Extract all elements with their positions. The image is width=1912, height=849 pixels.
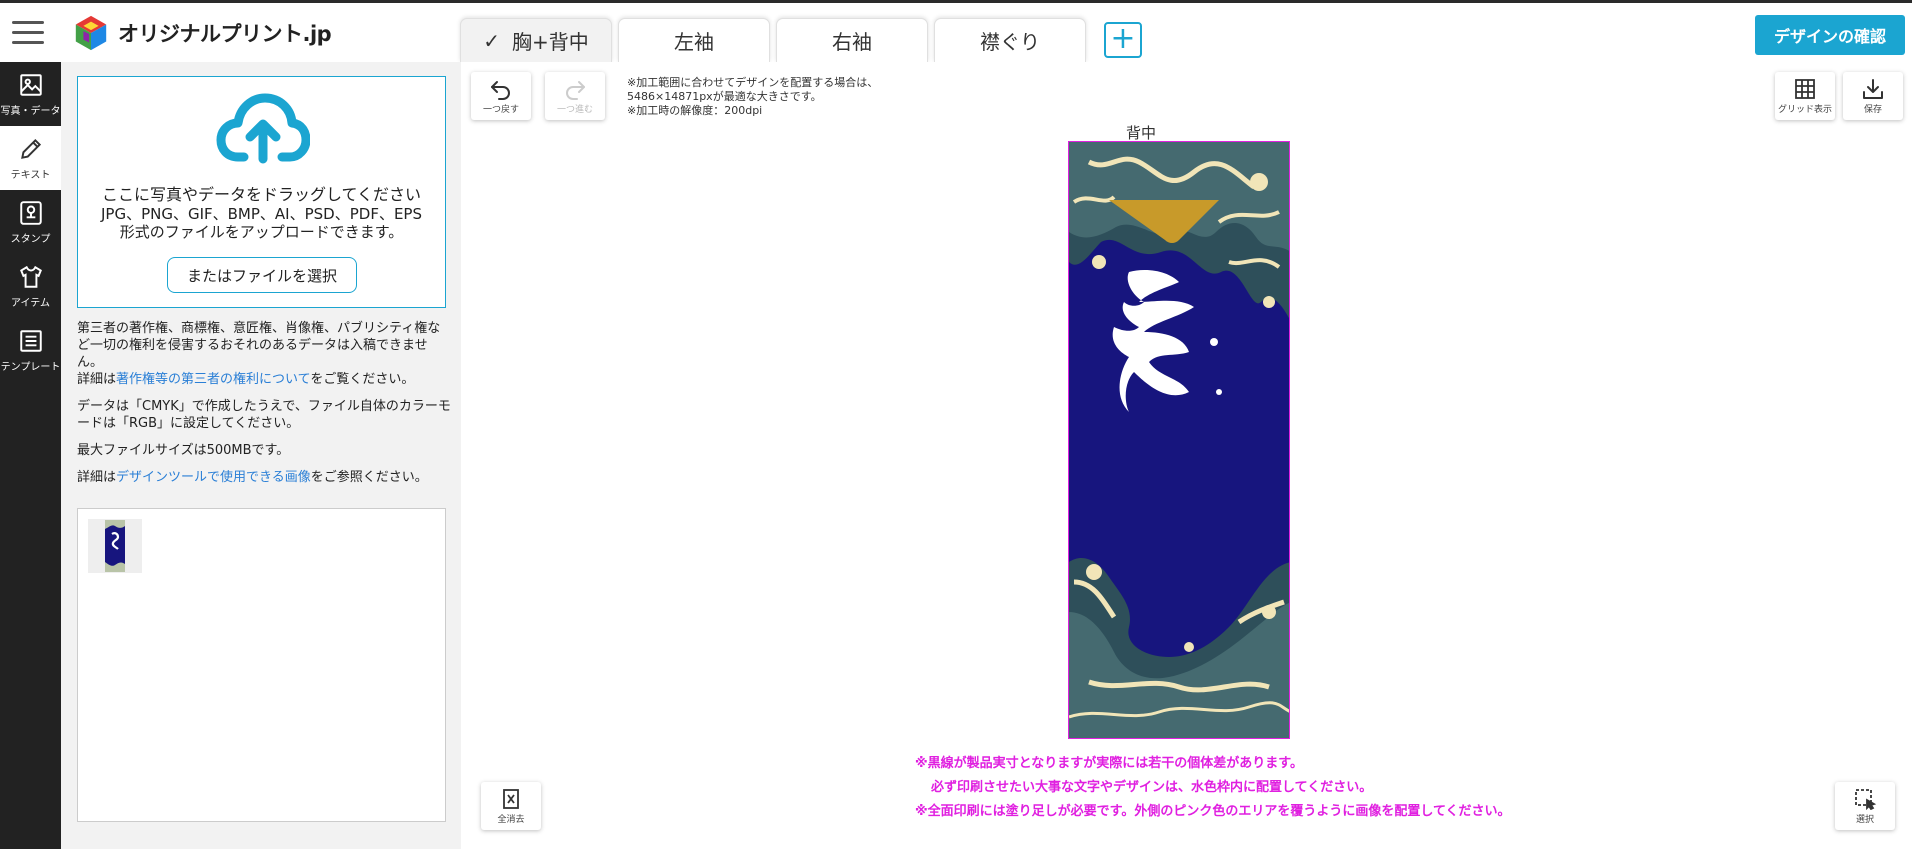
pencil-icon xyxy=(20,138,41,159)
rail-item-label: アイテム xyxy=(11,297,50,309)
print-area-back[interactable] xyxy=(1068,141,1290,739)
uploaded-design-image[interactable] xyxy=(1069,142,1290,739)
undo-button[interactable]: 一つ戻す xyxy=(471,72,531,120)
note-text: 詳細は xyxy=(77,372,117,387)
save-button[interactable]: 保存 xyxy=(1843,72,1903,120)
confirm-design-button[interactable]: デザインの確認 xyxy=(1755,15,1905,55)
print-warning: ※黒線が製品実寸となりますが実際には若干の個体差があります。 必ず印刷させたい大… xyxy=(915,752,1511,824)
tool-label: グリッド表示 xyxy=(1777,104,1832,115)
grid-toggle-button[interactable]: グリッド表示 xyxy=(1775,72,1835,120)
hint-line: 5486×14871pxが最適な大きさです。 xyxy=(627,90,822,103)
tool-label: 一つ戻す xyxy=(482,104,519,115)
app-header: オリジナルプリント.jp ✓ 胸+背中 左袖 右袖 襟ぐり + デザインの確認 xyxy=(0,0,1912,62)
uploaded-image-thumbnail[interactable] xyxy=(88,519,142,573)
print-area-label: 背中 xyxy=(1125,124,1156,142)
cloud-upload-icon xyxy=(216,93,310,164)
upload-notes: 第三者の著作権、商標権、意匠権、肖像権、パブリシティ権など一切の権利を侵害するお… xyxy=(77,320,452,496)
warning-line: 必ず印刷させたい大事な文字やデザインは、水色枠内に配置してください。 xyxy=(931,780,1373,795)
add-tab-button[interactable]: + xyxy=(1104,22,1142,58)
upload-formats-line: JPG、PNG、GIF、BMP、AI、PSD、PDF、EPS xyxy=(100,205,422,223)
tab-label: 胸+背中 xyxy=(512,30,589,54)
tab-right-sleeve[interactable]: 右袖 xyxy=(776,18,928,62)
undo-icon xyxy=(491,80,510,100)
logo-text: オリジナルプリント.jp xyxy=(118,22,332,46)
upload-formats-line: 形式のファイルをアップロードできます。 xyxy=(119,223,404,241)
note-text: をご覧ください。 xyxy=(310,372,415,387)
tab-label: 左袖 xyxy=(674,30,714,54)
trash-icon xyxy=(503,788,519,809)
warning-line: ※黒線が製品実寸となりますが実際には若干の個体差があります。 xyxy=(915,756,1303,771)
design-canvas-area: 一つ戻す 一つ進む ※加工範囲に合わせてデザインを配置する場合は、 5486×1… xyxy=(461,62,1912,849)
stamp-icon xyxy=(19,200,42,225)
tab-chest-back[interactable]: ✓ 胸+背中 xyxy=(460,18,612,62)
tab-neckline[interactable]: 襟ぐり xyxy=(934,18,1086,62)
rail-item-template[interactable]: テンプレート xyxy=(0,318,61,382)
redo-button[interactable]: 一つ進む xyxy=(545,72,605,120)
note-text: をご参照ください。 xyxy=(310,470,428,485)
upload-formats: JPG、PNG、GIF、BMP、AI、PSD、PDF、EPS 形式のファイルをア… xyxy=(78,205,445,241)
rail-item-text[interactable]: テキスト xyxy=(0,126,61,190)
tool-rail: 写真・データ テキスト スタンプ アイテム テンプレート xyxy=(0,62,61,849)
logo-cube-icon xyxy=(75,15,107,51)
rights-note: 第三者の著作権、商標権、意匠権、肖像権、パブリシティ権など一切の権利を侵害するお… xyxy=(77,321,441,370)
tool-label: 全消去 xyxy=(497,814,525,825)
site-logo[interactable]: オリジナルプリント.jp xyxy=(72,13,332,53)
rail-item-stamp[interactable]: スタンプ xyxy=(0,190,61,254)
image-guide-note: 詳細はデザインツールで使用できる画像をご参照ください。 xyxy=(77,469,452,486)
select-icon xyxy=(1855,788,1877,810)
thumbnail-design-image xyxy=(105,520,125,572)
rail-item-label: テキスト xyxy=(10,169,51,181)
tool-label: 保存 xyxy=(1863,104,1882,115)
uploaded-images-gallery xyxy=(77,508,446,822)
rail-item-item[interactable]: アイテム xyxy=(0,254,61,318)
hint-line: ※加工時の解像度：200dpi xyxy=(627,104,763,117)
warning-line: ※全面印刷には塗り足しが必要です。外側のピンク色のエリアを覆うように画像を配置し… xyxy=(915,804,1511,819)
color-mode-note: データは「CMYK」で作成したうえで、ファイル自体のカラーモードは「RGB」に設… xyxy=(77,399,451,431)
upload-dropzone[interactable]: ここに写真やデータをドラッグしてください JPG、PNG、GIF、BMP、AI、… xyxy=(77,76,446,308)
tab-label: 襟ぐり xyxy=(980,30,1040,54)
image-guide-link[interactable]: デザインツールで使用できる画像 xyxy=(116,470,311,485)
upload-title: ここに写真やデータをドラッグしてください xyxy=(101,185,422,204)
tool-label: 一つ進む xyxy=(556,104,593,115)
check-icon: ✓ xyxy=(483,28,500,53)
rail-item-photo-data[interactable]: 写真・データ xyxy=(0,62,61,126)
file-size-note: 最大ファイルサイズは500MBです。 xyxy=(77,443,290,458)
clear-all-button[interactable]: 全消去 xyxy=(481,782,541,830)
placement-hint: ※加工範囲に合わせてデザインを配置する場合は、 5486×14871pxが最適な… xyxy=(627,76,878,118)
tab-label: 右袖 xyxy=(832,30,872,54)
template-icon xyxy=(19,329,42,352)
hamburger-menu-icon[interactable] xyxy=(12,21,44,45)
download-icon xyxy=(1863,78,1883,99)
tab-left-sleeve[interactable]: 左袖 xyxy=(618,18,770,62)
select-file-button[interactable]: またはファイルを選択 xyxy=(167,257,357,293)
hint-line: ※加工範囲に合わせてデザインを配置する場合は、 xyxy=(627,76,879,89)
select-tool-button[interactable]: 選択 xyxy=(1835,782,1895,830)
rail-item-label: スタンプ xyxy=(10,233,51,245)
image-icon xyxy=(19,73,42,96)
tool-label: 選択 xyxy=(1855,814,1874,825)
note-text: 詳細は xyxy=(77,470,117,485)
upload-panel: ここに写真やデータをドラッグしてください JPG、PNG、GIF、BMP、AI、… xyxy=(61,62,461,849)
rights-link[interactable]: 著作権等の第三者の権利について xyxy=(116,372,310,387)
rail-item-label: テンプレート xyxy=(0,361,61,373)
product-side-tabs: ✓ 胸+背中 左袖 右袖 襟ぐり + xyxy=(460,18,1142,62)
rail-item-label: 写真・データ xyxy=(0,105,61,117)
grid-icon xyxy=(1795,78,1815,99)
redo-icon xyxy=(566,80,585,100)
rights-link-note: 詳細は著作権等の第三者の権利についてをご覧ください。 xyxy=(77,371,452,388)
tshirt-icon xyxy=(19,265,42,288)
